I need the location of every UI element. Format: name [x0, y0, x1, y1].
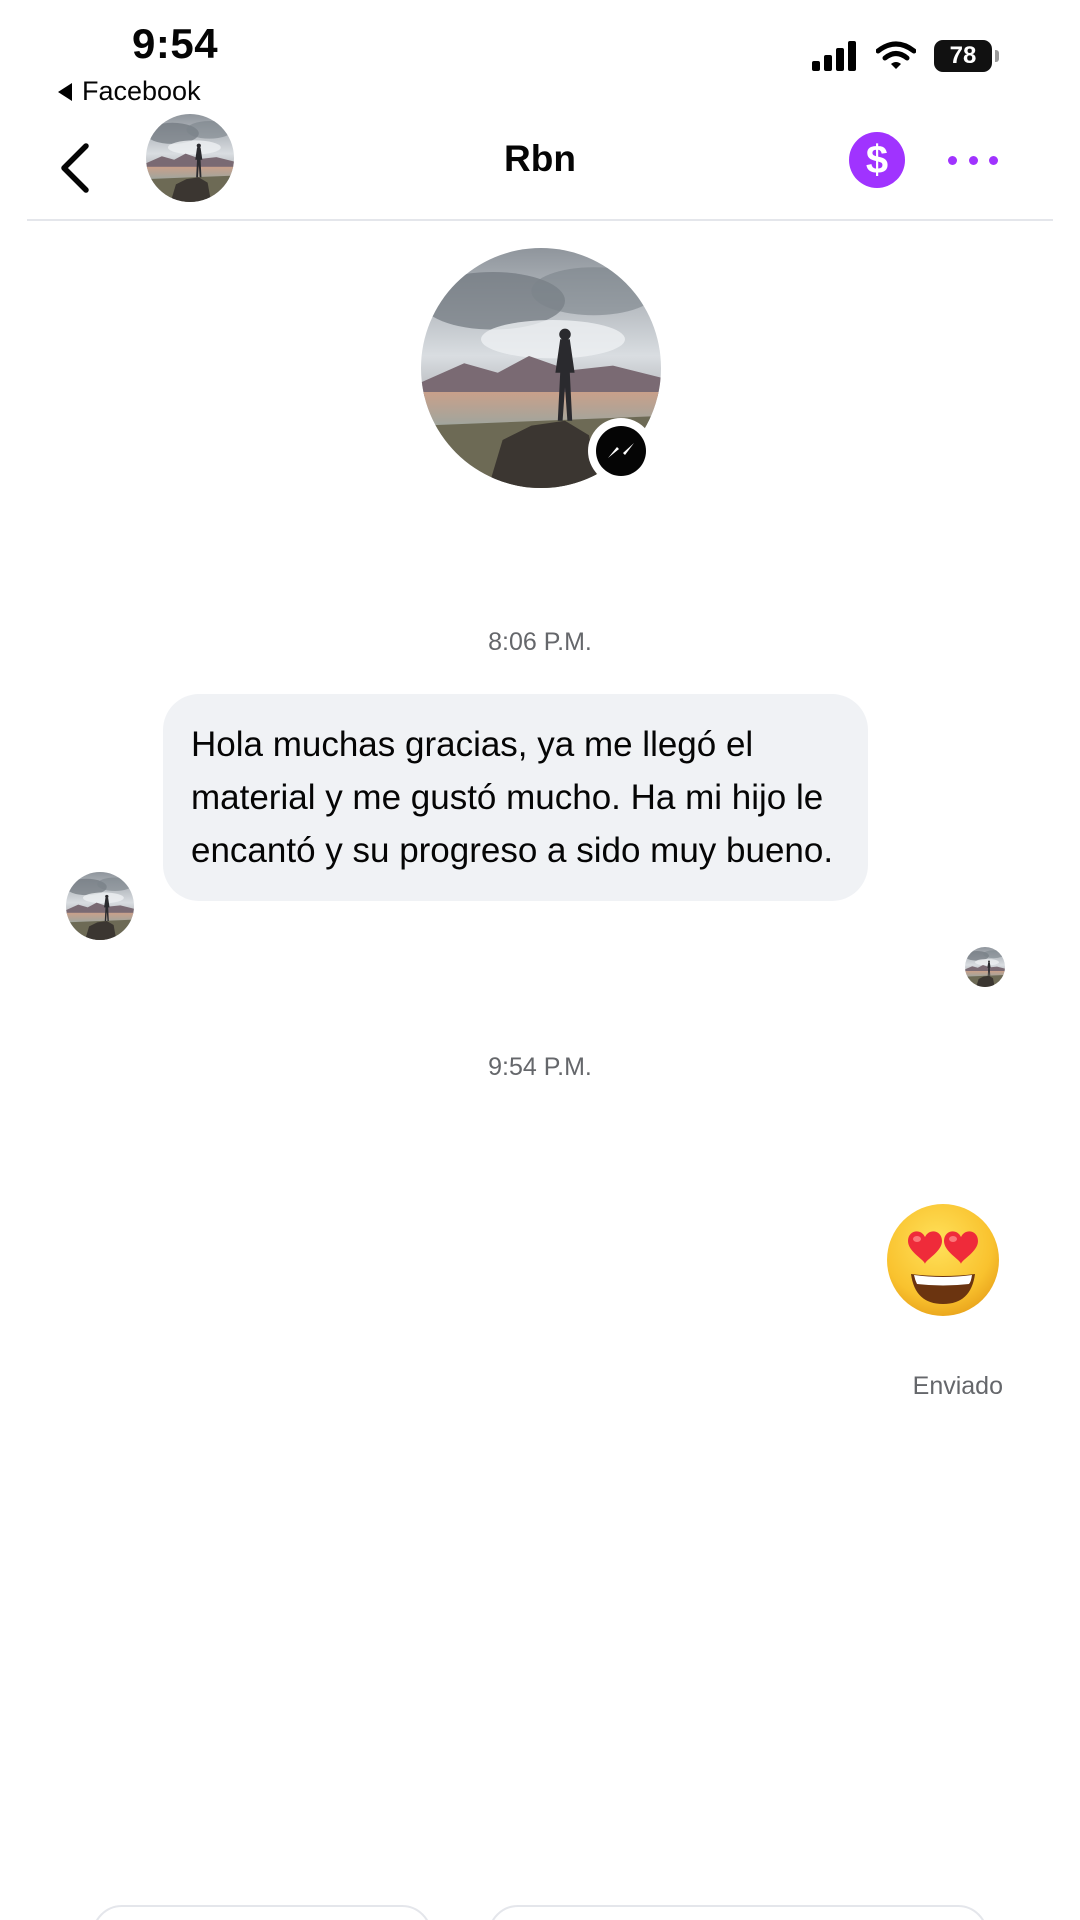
battery-level: 78: [949, 42, 977, 69]
messenger-badge-icon: [588, 418, 654, 484]
back-to-app-link[interactable]: Facebook: [58, 76, 201, 107]
message-timestamp: 8:06 P.M.: [488, 628, 592, 656]
header-divider: [27, 219, 1053, 221]
status-icons: 78: [812, 40, 999, 72]
cellular-signal-icon: [812, 41, 856, 71]
message-timestamp: 9:54 P.M.: [488, 1053, 592, 1081]
back-triangle-icon: [58, 82, 72, 101]
payment-button[interactable]: $: [849, 132, 905, 188]
battery-icon: 78: [934, 40, 999, 72]
wifi-icon: [876, 41, 916, 69]
more-options-icon[interactable]: [948, 154, 998, 166]
incoming-message-bubble[interactable]: Hola muchas gracias, ya me llegó el mate…: [163, 694, 868, 901]
messenger-chat-screen: 9:54 Facebook 78 Rbn $ 8:06 P.M. Hola mu…: [0, 0, 1080, 1920]
read-receipt-avatar: [965, 947, 1005, 987]
dollar-icon: $: [865, 137, 889, 182]
status-time: 9:54: [132, 20, 219, 67]
heart-eyes-emoji-icon[interactable]: [883, 1200, 1003, 1320]
contact-name[interactable]: Rbn: [0, 138, 1080, 180]
sent-status: Enviado: [912, 1372, 1003, 1400]
chat-header: Rbn $: [0, 110, 1080, 220]
sender-avatar[interactable]: [66, 872, 134, 940]
quick-reply-chip[interactable]: [92, 1905, 432, 1920]
back-app-label: Facebook: [82, 76, 201, 106]
quick-reply-chip[interactable]: [488, 1905, 988, 1920]
